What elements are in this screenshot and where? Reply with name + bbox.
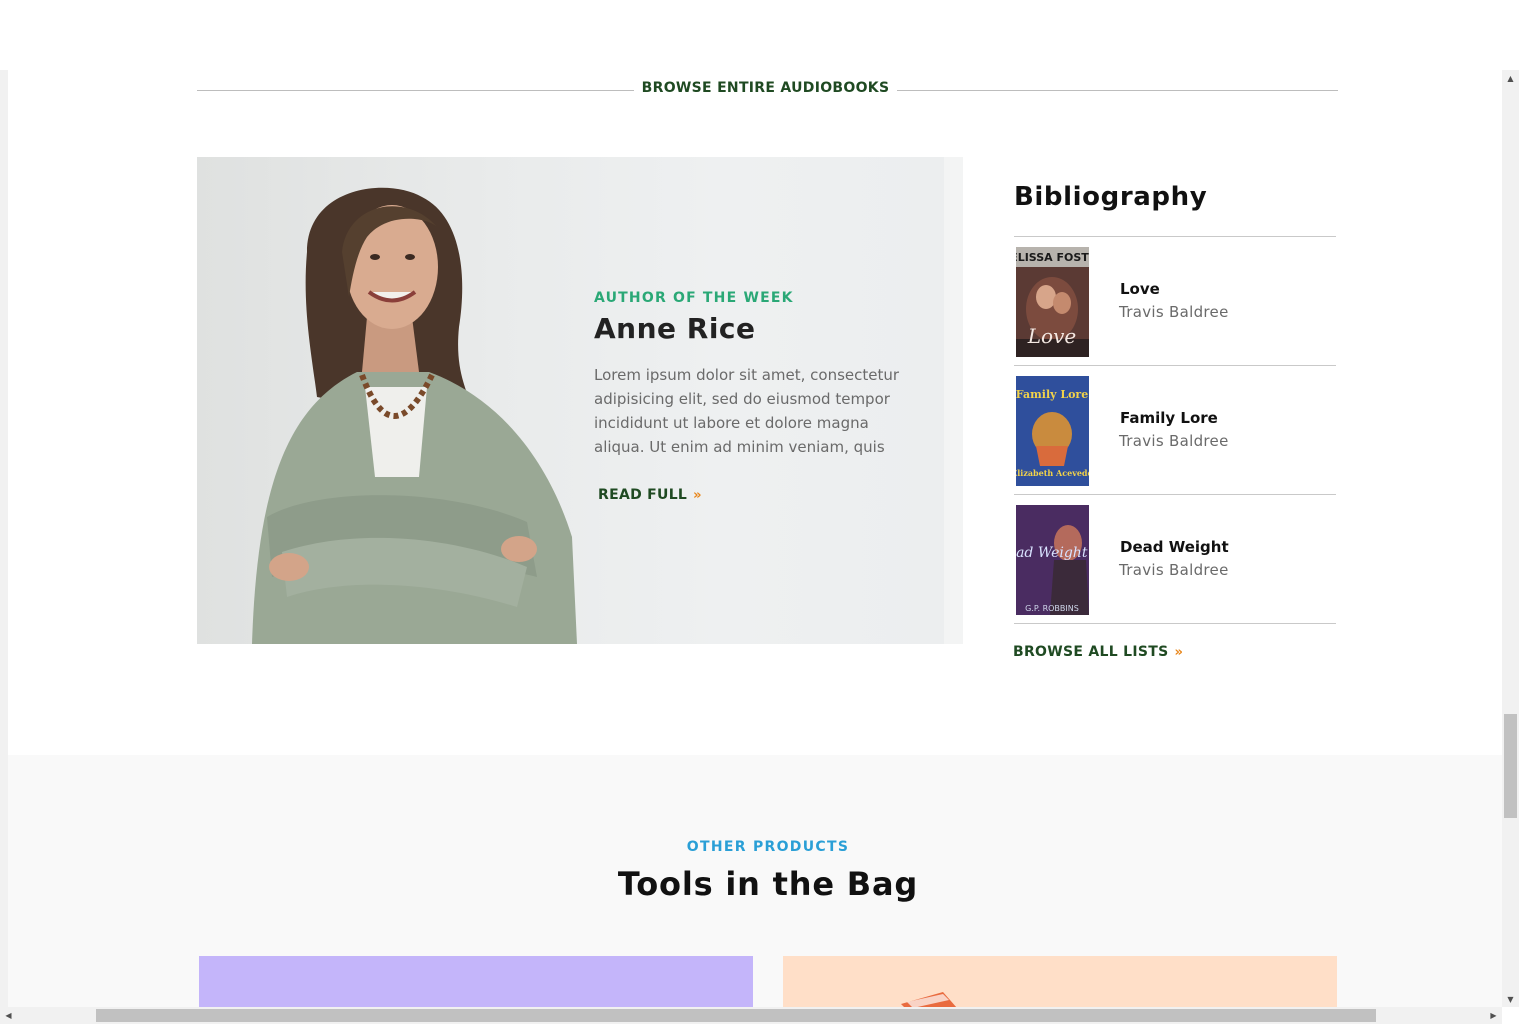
chevron-right-icon: » [1174, 645, 1184, 660]
other-products-section: OTHER PRODUCTS Tools in the Bag [8, 755, 1502, 1008]
browse-heading: BROWSE ENTIRE AUDIOBOOKS [197, 80, 1338, 102]
divider-right [897, 90, 1338, 91]
scroll-left-icon[interactable]: ◀ [0, 1007, 17, 1024]
book-cover[interactable]: Family Lore Elizabeth Acevedo [1016, 376, 1089, 486]
vertical-scroll-thumb[interactable] [1504, 714, 1517, 818]
scroll-down-icon[interactable]: ▼ [1502, 991, 1519, 1008]
read-full-label: READ FULL [598, 487, 688, 503]
book-author: Travis Baldree [1119, 303, 1229, 321]
browse-heading-text[interactable]: BROWSE ENTIRE AUDIOBOOKS [634, 80, 897, 96]
book-cover[interactable]: Dead Weight G.P. ROBBINS [1016, 505, 1089, 615]
book-cover-text: G.P. ROBBINS [1025, 604, 1079, 613]
vertical-scrollbar[interactable]: ▲ ▼ [1502, 70, 1519, 1008]
book-title[interactable]: Family Lore [1120, 409, 1218, 427]
left-edge [0, 70, 8, 1008]
product-card[interactable] [783, 956, 1337, 1008]
book-title[interactable]: Dead Weight [1120, 538, 1229, 556]
scrollbar-corner [1502, 1007, 1536, 1024]
bibliography-title: Bibliography [1014, 182, 1208, 212]
author-bio: Lorem ipsum dolor sit amet, consectetur … [594, 366, 900, 456]
book-cover-text: Family Lore [1016, 388, 1088, 401]
horizontal-scroll-thumb[interactable] [96, 1009, 1376, 1022]
author-kicker: AUTHOR OF THE WEEK [594, 290, 794, 306]
page-content: BROWSE ENTIRE AUDIOBOOKS AUTHOR OF THE W… [8, 70, 1502, 1008]
scroll-up-icon[interactable]: ▲ [1502, 70, 1519, 87]
book-author: Travis Baldree [1119, 432, 1229, 450]
book-row[interactable]: Family Lore Elizabeth Acevedo Family Lor… [1014, 366, 1336, 495]
book-row[interactable]: MELISSA FOSTER Love Love Travis Baldree [1014, 237, 1336, 366]
scroll-right-icon[interactable]: ▶ [1485, 1007, 1502, 1024]
horizontal-scrollbar[interactable]: ◀ ▶ [0, 1007, 1502, 1024]
browse-all-lists-link[interactable]: BROWSE ALL LISTS » [1013, 644, 1183, 660]
read-full-link[interactable]: READ FULL » [598, 487, 702, 503]
book-author: Travis Baldree [1119, 561, 1229, 579]
products-title: Tools in the Bag [617, 865, 919, 903]
book-row[interactable]: Dead Weight G.P. ROBBINS Dead Weight Tra… [1014, 495, 1336, 624]
book-title[interactable]: Love [1120, 280, 1160, 298]
book-cover-text: Elizabeth Acevedo [1016, 468, 1089, 478]
author-name: Anne Rice [594, 312, 756, 345]
book-cover-text: MELISSA FOSTER [1016, 251, 1089, 264]
book-cover-text: Dead Weight [1016, 545, 1088, 561]
product-card[interactable] [199, 956, 753, 1008]
browse-all-label: BROWSE ALL LISTS [1013, 644, 1169, 660]
window-edge [1519, 0, 1536, 1007]
book-cover-text: Love [1027, 324, 1076, 348]
bibliography-list: MELISSA FOSTER Love Love Travis Baldree … [1014, 236, 1336, 624]
author-of-the-week-card: AUTHOR OF THE WEEK Anne Rice Lorem ipsum… [197, 157, 963, 644]
book-cover[interactable]: MELISSA FOSTER Love [1016, 247, 1089, 357]
divider-left [197, 90, 634, 91]
products-kicker: OTHER PRODUCTS [686, 839, 850, 855]
top-band [0, 0, 1519, 70]
bibliography: Bibliography MELISSA FOSTER Love Love [1014, 182, 1336, 624]
chevron-right-icon: » [693, 488, 702, 503]
